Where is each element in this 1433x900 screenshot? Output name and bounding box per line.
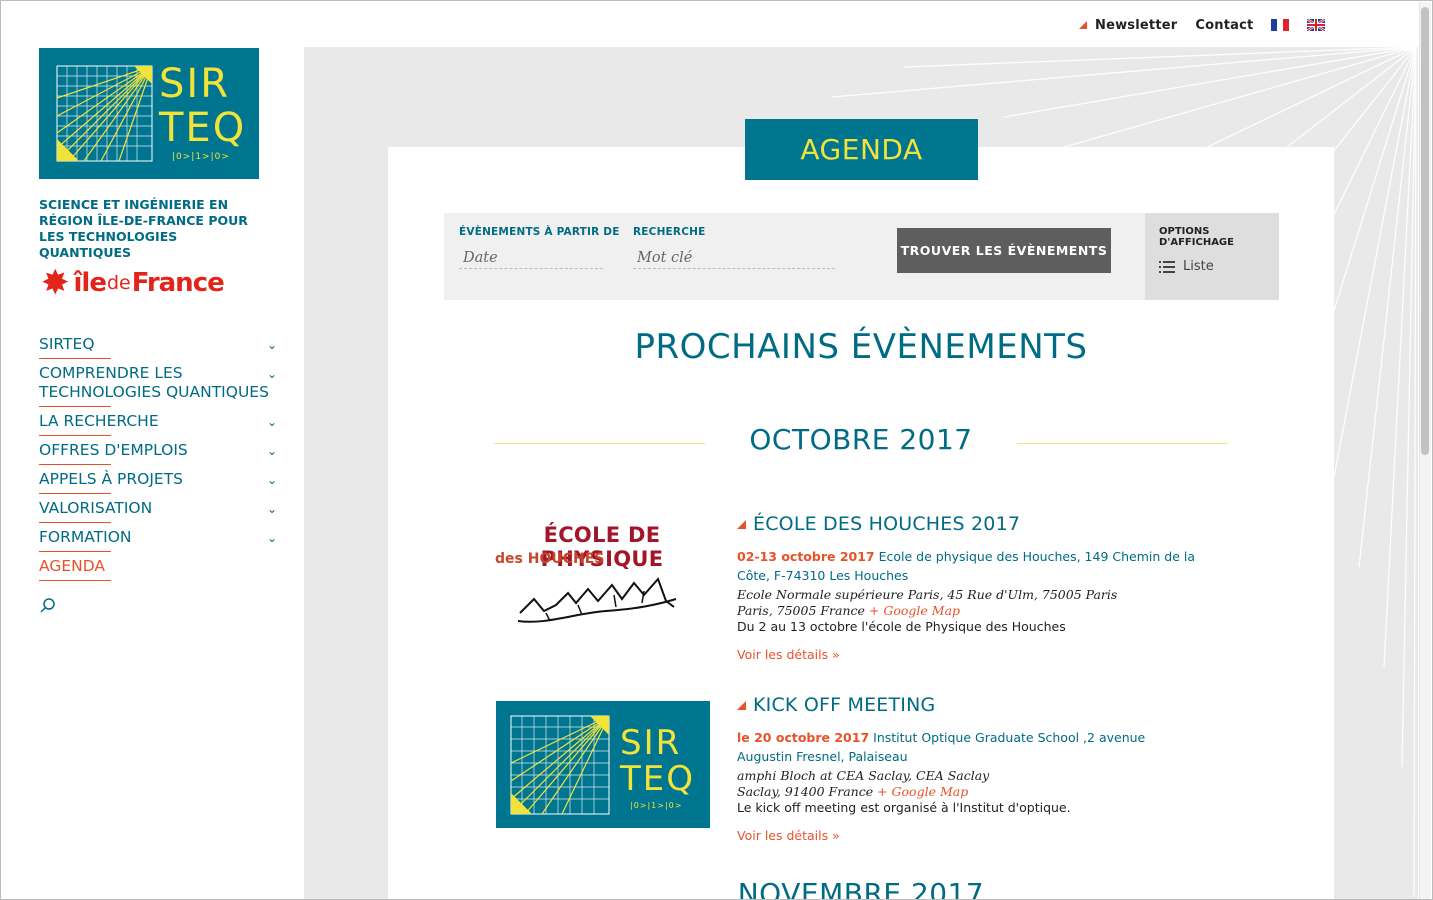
nav-item-valorisation[interactable]: VALORISATION ⌄ [39, 499, 279, 523]
date-filter-label: ÉVÈNEMENTS À PARTIR DE [459, 226, 620, 238]
idf-logo-text-3: France [131, 268, 225, 298]
chevron-down-icon[interactable]: ⌄ [267, 529, 277, 548]
nav-item-comprendre[interactable]: COMPRENDRE LES TECHNOLOGIES QUANTIQUES ⌄ [39, 364, 279, 407]
display-options[interactable]: OPTIONS D'AFFICHAGE Liste [1145, 213, 1279, 300]
logo-text-code: |0>|1>|0> [172, 152, 230, 162]
browser-viewport: Newsletter Contact SIR TEQ |0>|1>|0> SCI… [0, 0, 1433, 900]
nav-item-label: FORMATION [39, 528, 132, 546]
event-arrow-icon [737, 700, 746, 710]
nav-item-agenda[interactable]: AGENDA [39, 557, 279, 581]
top-links-bar: Newsletter Contact [1079, 15, 1343, 35]
event-venue: Ecole Normale supérieure Paris, 45 Rue d… [737, 587, 1197, 619]
event-image-subtext: des HOUCHES [495, 551, 605, 567]
event-image-houches[interactable]: ÉCOLE DE PHYSIQUE des HOUCHES [494, 523, 710, 653]
agenda-badge: AGENDA [745, 119, 978, 180]
find-events-button[interactable]: TROUVER LES ÉVÈNEMENTS [897, 228, 1111, 273]
display-options-label: OPTIONS D'AFFICHAGE [1159, 226, 1234, 248]
event-title-link[interactable]: ÉCOLE DES HOUCHES 2017 [737, 513, 1020, 535]
display-options-label-line2: D'AFFICHAGE [1159, 237, 1234, 248]
nav-item-label: COMPRENDRE LES TECHNOLOGIES QUANTIQUES [39, 364, 269, 401]
sirteq-logo[interactable]: SIR TEQ |0>|1>|0> [39, 48, 259, 179]
iledefrance-logo[interactable]: ✸ île de France [41, 263, 225, 303]
scrollbar-thumb[interactable] [1421, 7, 1429, 455]
main-content: ÉVÈNEMENTS À PARTIR DE RECHERCHE TROUVER… [304, 47, 1418, 900]
nav-item-label: VALORISATION [39, 499, 153, 517]
newsletter-arrow-icon [1079, 21, 1087, 29]
nav-item-appels[interactable]: APPELS À PROJETS ⌄ [39, 470, 279, 494]
date-input[interactable] [459, 247, 603, 269]
search-icon[interactable] [39, 597, 57, 615]
month-heading: NOVEMBRE 2017 [737, 877, 985, 900]
idf-logo-text-1: île [73, 268, 107, 298]
mountain-icon [517, 577, 677, 623]
event-title: KICK OFF MEETING [753, 694, 936, 716]
event-details-link[interactable]: Voir les détails » [737, 647, 840, 662]
display-options-label-line1: OPTIONS [1159, 226, 1210, 237]
event-description: Le kick off meeting est organisé à l'Ins… [737, 800, 1071, 815]
nav-item-offres[interactable]: OFFRES D'EMPLOIS ⌄ [39, 441, 279, 465]
nav-item-sirteq[interactable]: SIRTEQ ⌄ [39, 335, 279, 359]
nav-item-label: LA RECHERCHE [39, 412, 159, 430]
star-icon: ✸ [41, 263, 70, 303]
nav-item-label: SIRTEQ [39, 335, 95, 353]
event-title-link[interactable]: KICK OFF MEETING [737, 694, 935, 716]
event-filter-bar: ÉVÈNEMENTS À PARTIR DE RECHERCHE TROUVER… [444, 213, 1279, 300]
nav-item-formation[interactable]: FORMATION ⌄ [39, 528, 279, 552]
event-meta: 02-13 octobre 2017 Ecole de physique des… [737, 547, 1197, 585]
event-date: 02-13 octobre 2017 [737, 549, 875, 564]
google-map-link[interactable]: + Google Map [869, 603, 960, 618]
event-venue-line1: Ecole Normale supérieure Paris, 45 Rue d… [737, 587, 1118, 602]
contact-link[interactable]: Contact [1195, 18, 1253, 33]
main-navigation: SIRTEQ ⌄ COMPRENDRE LES TECHNOLOGIES QUA… [39, 335, 279, 586]
french-flag-icon[interactable] [1271, 19, 1290, 31]
event-title: ÉCOLE DES HOUCHES 2017 [753, 513, 1021, 535]
event-description: Du 2 au 13 octobre l'école de Physique d… [737, 619, 1066, 634]
logo-text-sir: SIR [159, 61, 230, 107]
google-map-link[interactable]: + Google Map [877, 784, 968, 799]
nav-item-recherche[interactable]: LA RECHERCHE ⌄ [39, 412, 279, 436]
chevron-down-icon[interactable]: ⌄ [267, 336, 277, 355]
site-tagline: SCIENCE ET INGÉNIERIE EN RÉGION ÎLE-DE-F… [39, 197, 248, 260]
chevron-down-icon[interactable]: ⌄ [267, 500, 277, 519]
logo-graphic-icon [510, 715, 610, 815]
idf-logo-text-2: de [106, 272, 131, 294]
event-image-subtext: TEQ [620, 759, 696, 799]
event-venue-line1: amphi Bloch at CEA Saclay, CEA Saclay [737, 768, 990, 783]
nav-item-label: AGENDA [39, 557, 105, 575]
nav-item-label: APPELS À PROJETS [39, 470, 184, 488]
list-icon [1159, 260, 1175, 273]
event-venue-line2: Paris, 75005 France + Google Map [737, 603, 1197, 619]
chevron-down-icon[interactable]: ⌄ [267, 413, 277, 432]
event-image-code: |0>|1>|0> [630, 801, 683, 810]
event-arrow-icon [737, 519, 746, 529]
search-filter-label: RECHERCHE [633, 226, 706, 238]
list-view-option[interactable]: Liste [1159, 259, 1214, 274]
month-heading: OCTOBRE 2017 [749, 423, 973, 456]
english-flag-icon[interactable] [1307, 19, 1326, 31]
event-date: le 20 octobre 2017 [737, 730, 870, 745]
chevron-down-icon[interactable]: ⌄ [267, 471, 277, 490]
event-venue-city: Paris, 75005 France [737, 603, 865, 618]
event-image-sirteq[interactable]: SIR TEQ |0>|1>|0> [496, 701, 710, 828]
upcoming-events-title: PROCHAINS ÉVÈNEMENTS [634, 327, 1088, 367]
chevron-down-icon[interactable]: ⌄ [267, 442, 277, 461]
event-venue-line2: Saclay, 91400 France + Google Map [737, 784, 1197, 800]
event-venue-city: Saclay, 91400 France [737, 784, 874, 799]
newsletter-link[interactable]: Newsletter [1095, 18, 1177, 33]
agenda-card: ÉVÈNEMENTS À PARTIR DE RECHERCHE TROUVER… [388, 147, 1334, 900]
event-meta: le 20 octobre 2017 Institut Optique Grad… [737, 728, 1197, 766]
keyword-search-input[interactable] [633, 247, 835, 269]
nav-item-label: OFFRES D'EMPLOIS [39, 441, 188, 459]
logo-text-teq: TEQ [159, 105, 247, 151]
event-venue: amphi Bloch at CEA Saclay, CEA Saclay Sa… [737, 768, 1197, 800]
list-view-label: Liste [1183, 259, 1214, 274]
event-details-link[interactable]: Voir les détails » [737, 828, 840, 843]
chevron-down-icon[interactable]: ⌄ [267, 365, 277, 384]
event-image-text: SIR [620, 723, 682, 763]
